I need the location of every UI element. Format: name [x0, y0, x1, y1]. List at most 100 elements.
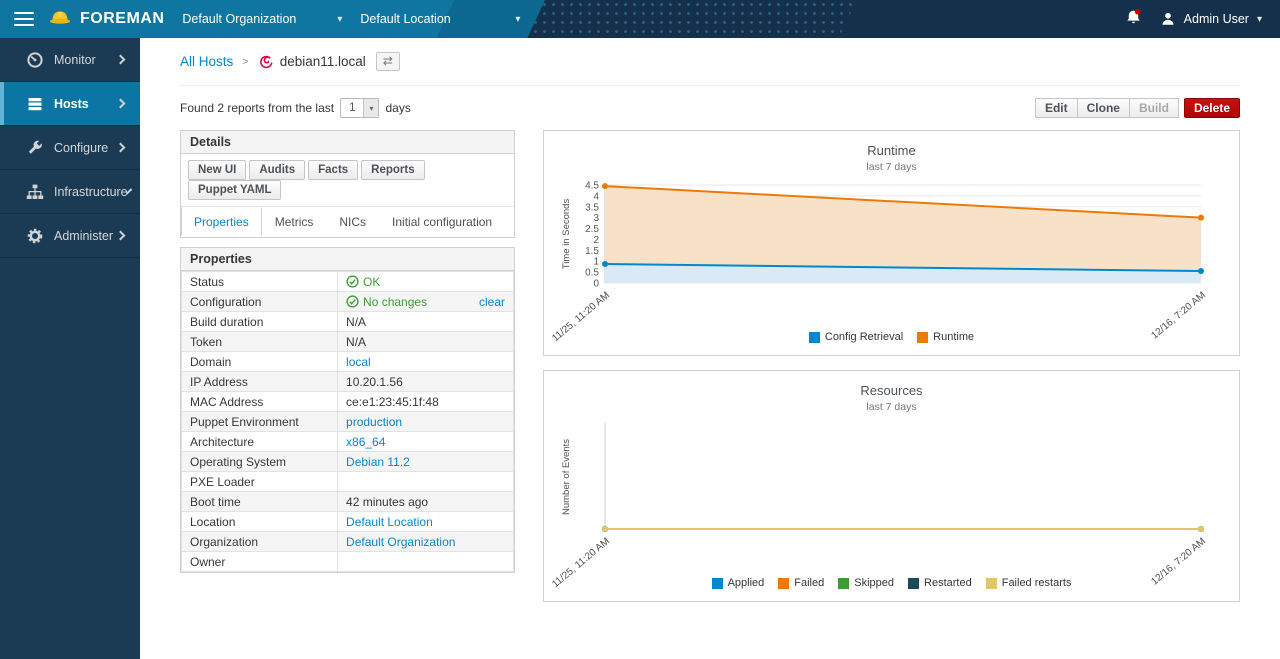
new-ui-button[interactable]: New UI	[188, 160, 246, 180]
property-value-link[interactable]: Default Location	[346, 515, 433, 529]
properties-table-body: StatusOKConfigurationNo changesclearBuil…	[182, 272, 514, 572]
delete-button[interactable]: Delete	[1184, 98, 1240, 118]
tab-metrics[interactable]: Metrics	[262, 207, 327, 236]
svg-text:0.5: 0.5	[585, 268, 599, 279]
property-label: Owner	[182, 552, 338, 572]
days-select[interactable]: 1 ▾	[340, 98, 379, 118]
legend-item: Config Retrieval	[809, 331, 903, 343]
breadcrumb-separator: >	[242, 56, 248, 68]
main-content: All Hosts > debian11.local ⇄ Found 2 rep…	[140, 38, 1280, 659]
legend-label: Failed restarts	[1002, 577, 1072, 589]
audits-button[interactable]: Audits	[249, 160, 305, 180]
legend-label: Failed	[794, 577, 824, 589]
property-label: Domain	[182, 352, 338, 372]
property-value: N/A	[338, 332, 514, 352]
property-value: OK	[338, 272, 514, 292]
legend-item: Failed	[778, 577, 824, 589]
legend-swatch	[917, 332, 928, 343]
details-tabs: PropertiesMetricsNICsInitial configurati…	[181, 207, 514, 237]
svg-text:2: 2	[593, 235, 599, 246]
legend-label: Runtime	[933, 331, 974, 343]
legend-item: Failed restarts	[986, 577, 1072, 589]
legend-item: Restarted	[908, 577, 972, 589]
sidebar-item-configure[interactable]: Configure	[0, 126, 140, 170]
sidebar-item-label: Administer	[54, 229, 113, 243]
chevron-down-icon: ▾	[337, 14, 342, 25]
legend-item: Applied	[712, 577, 765, 589]
clone-button[interactable]: Clone	[1077, 98, 1130, 118]
svg-text:4: 4	[593, 191, 599, 202]
runtime-chart-panel: Runtime last 7 days 00.511.522.533.544.5…	[543, 130, 1240, 356]
property-value-link[interactable]: Default Organization	[346, 535, 455, 549]
property-label: Puppet Environment	[182, 412, 338, 432]
runtime-chart-plot: 00.511.522.533.544.5Time in Seconds11/25…	[557, 177, 1227, 329]
sidebar-item-label: Hosts	[54, 97, 89, 111]
status-text: OK	[363, 275, 380, 289]
property-label: Status	[182, 272, 338, 292]
sidebar-item-administer[interactable]: Administer	[0, 214, 140, 258]
legend-item: Skipped	[838, 577, 894, 589]
location-selector[interactable]: Default Location ▾	[360, 12, 520, 26]
svg-text:0: 0	[593, 279, 599, 290]
svg-text:1: 1	[593, 257, 599, 268]
properties-table: StatusOKConfigurationNo changesclearBuil…	[181, 271, 514, 572]
property-value: N/A	[338, 312, 514, 332]
foreman-brand[interactable]: FOREMAN	[48, 7, 164, 32]
host-details-column: Details New UIAuditsFactsReportsPuppet Y…	[180, 130, 515, 573]
legend-label: Applied	[728, 577, 765, 589]
hamburger-menu-icon[interactable]	[14, 8, 34, 30]
chevron-right-icon	[116, 231, 126, 241]
svg-text:Time in Seconds: Time in Seconds	[561, 199, 572, 270]
property-label: Configuration	[182, 292, 338, 312]
tab-nics[interactable]: NICs	[326, 207, 379, 236]
tab-initial-configuration[interactable]: Initial configuration	[379, 207, 505, 236]
breadcrumb-current-host: debian11.local	[258, 54, 366, 70]
resources-chart-subtitle: last 7 days	[556, 401, 1227, 413]
sidebar-item-label: Monitor	[54, 53, 96, 67]
sidebar-item-infrastructure[interactable]: Infrastructure	[0, 170, 140, 214]
svg-text:3: 3	[593, 213, 599, 224]
tab-properties[interactable]: Properties	[181, 207, 262, 236]
breadcrumb: All Hosts > debian11.local ⇄	[180, 38, 1240, 86]
host-switcher-button[interactable]: ⇄	[376, 52, 400, 71]
report-days-text: days	[385, 101, 410, 115]
edit-button[interactable]: Edit	[1035, 98, 1078, 118]
property-row: PXE Loader	[182, 472, 514, 492]
foreman-hardhat-icon	[48, 7, 72, 32]
navbar-right: Admin User ▾	[1125, 8, 1262, 31]
property-row: Domain local	[182, 352, 514, 372]
organization-selector[interactable]: Default Organization ▾	[182, 12, 342, 26]
property-value-link[interactable]: Debian 11.2	[346, 455, 410, 469]
runtime-chart-legend: Config Retrieval Runtime	[556, 331, 1227, 343]
top-navbar: FOREMAN Default Organization ▾ Default L…	[0, 0, 1280, 38]
property-row: LocationDefault Location	[182, 512, 514, 532]
facts-button[interactable]: Facts	[308, 160, 358, 180]
status-text: No changes	[363, 295, 427, 309]
property-value-link[interactable]: x86_64	[346, 435, 385, 449]
location-selector-label: Default Location	[360, 12, 450, 26]
sidebar-item-hosts[interactable]: Hosts	[0, 82, 140, 126]
user-menu[interactable]: Admin User ▾	[1160, 11, 1262, 27]
check-circle-icon	[346, 275, 359, 288]
property-value-link[interactable]: local	[346, 355, 371, 369]
legend-item: Runtime	[917, 331, 974, 343]
days-select-value: 1	[341, 102, 363, 114]
property-value: production	[338, 412, 514, 432]
property-row: MAC Addressce:e1:23:45:1f:48	[182, 392, 514, 412]
property-label: Operating System	[182, 452, 338, 472]
notifications-bell-icon[interactable]	[1125, 8, 1142, 31]
property-row: Configuration No changes clear	[182, 292, 514, 312]
property-value: Default Organization	[338, 532, 514, 552]
clear-link[interactable]: clear	[479, 295, 505, 309]
legend-swatch	[809, 332, 820, 343]
breadcrumb-all-hosts-link[interactable]: All Hosts	[180, 54, 233, 69]
details-panel: Details New UIAuditsFactsReportsPuppet Y…	[180, 130, 515, 238]
details-buttons-row: New UIAuditsFactsReports Puppet YAML	[181, 154, 514, 207]
sidebar-item-monitor[interactable]: Monitor	[0, 38, 140, 82]
resources-chart-panel: Resources last 7 days Number of Events11…	[543, 370, 1240, 602]
puppet-yaml-button[interactable]: Puppet YAML	[188, 180, 281, 200]
reports-button[interactable]: Reports	[361, 160, 424, 180]
property-value-link[interactable]: production	[346, 415, 402, 429]
sidebar-item-label: Infrastructure	[54, 185, 128, 199]
chevron-down-icon: ▾	[363, 99, 378, 117]
